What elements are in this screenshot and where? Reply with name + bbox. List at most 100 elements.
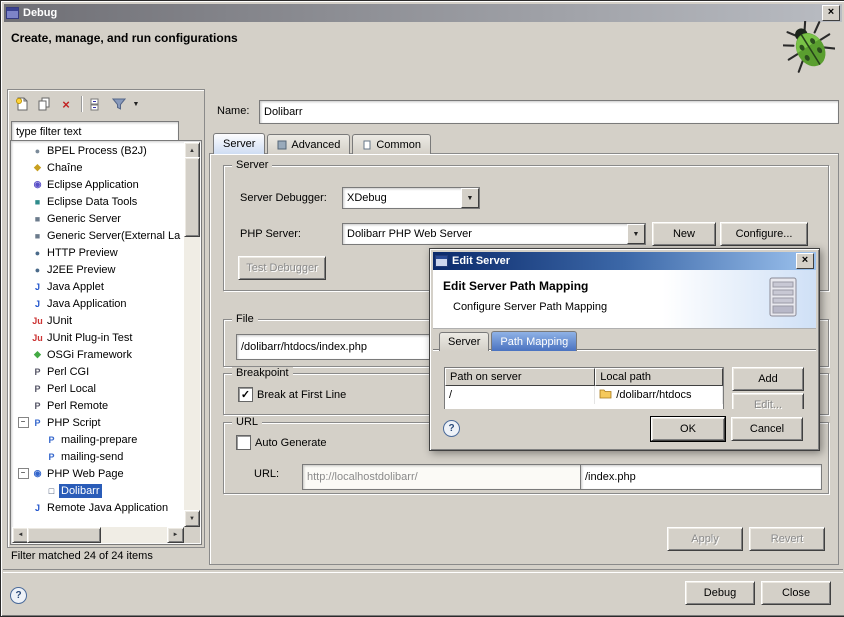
tree-item-eclipse-application[interactable]: ◉Eclipse Application xyxy=(12,176,184,193)
tree-item-label: HTTP Preview xyxy=(45,246,120,260)
tree-item-junit[interactable]: JuJUnit xyxy=(12,312,184,329)
server-debugger-select[interactable]: XDebug ▼ xyxy=(342,187,480,209)
delete-configuration-button[interactable]: × xyxy=(56,94,76,114)
name-label: Name: xyxy=(217,105,249,117)
tree-item-generic-server-external-la[interactable]: ■Generic Server(External La xyxy=(12,227,184,244)
filter-input[interactable] xyxy=(11,121,179,142)
folder-icon xyxy=(599,388,612,402)
generic-server-icon: ■ xyxy=(30,214,45,224)
tree-horizontal-scrollbar[interactable]: ◄ ► xyxy=(12,527,184,543)
toolbar-separator xyxy=(81,96,82,112)
php-file-icon: P xyxy=(44,452,59,462)
server-group-label: Server xyxy=(232,159,272,171)
tree-item-label: Chaîne xyxy=(45,161,84,175)
scroll-right-icon[interactable]: ► xyxy=(167,527,184,543)
tree-item-http-preview[interactable]: ●HTTP Preview xyxy=(12,244,184,261)
dialog-tab-server[interactable]: Server xyxy=(439,332,489,351)
collapse-toggle-icon[interactable]: − xyxy=(16,468,30,479)
dialog-close-button[interactable]: × xyxy=(796,253,814,269)
window-titlebar: Debug × xyxy=(4,4,842,22)
collapse-all-button[interactable] xyxy=(87,94,107,114)
path-mapping-table: Path on server Local path //dolibarr/htd… xyxy=(444,367,724,413)
breakpoint-group-label: Breakpoint xyxy=(232,367,293,379)
dialog-button-bar: ? OK Cancel xyxy=(433,409,816,447)
tree-item-osgi-framework[interactable]: ◆OSGi Framework xyxy=(12,346,184,363)
name-input[interactable] xyxy=(259,100,839,124)
common-tab-icon xyxy=(362,140,372,150)
config-tabs: Server Advanced Common xyxy=(213,134,431,154)
auto-generate-checkbox[interactable] xyxy=(236,435,251,450)
tree-item-perl-local[interactable]: PPerl Local xyxy=(12,380,184,397)
scroll-down-icon[interactable]: ▼ xyxy=(184,510,200,527)
configure-server-button[interactable]: Configure... xyxy=(720,222,808,246)
dialog-heading: Edit Server Path Mapping xyxy=(443,279,588,293)
php-script-icon: P xyxy=(30,418,45,428)
tree-item-php-web-page[interactable]: −◉PHP Web Page xyxy=(12,465,184,482)
tab-server[interactable]: Server xyxy=(213,133,265,154)
horizontal-scroll-thumb[interactable] xyxy=(27,527,101,543)
tree-item-label: Java Applet xyxy=(45,280,106,294)
php-server-label: PHP Server: xyxy=(240,228,301,240)
vertical-scroll-thumb[interactable] xyxy=(184,157,200,237)
tree-item-cha-ne[interactable]: ◆Chaîne xyxy=(12,159,184,176)
break-first-line-checkbox[interactable] xyxy=(238,387,253,402)
column-header-local-path[interactable]: Local path xyxy=(595,368,723,386)
filter-launch-configurations-button[interactable] xyxy=(109,94,129,114)
header-title: Create, manage, and run configurations xyxy=(11,31,238,45)
collapse-toggle-icon[interactable]: − xyxy=(16,417,30,428)
tree-item-junit-plug-in-test[interactable]: JuJUnit Plug-in Test xyxy=(12,329,184,346)
duplicate-configuration-button[interactable] xyxy=(34,94,54,114)
cancel-button[interactable]: Cancel xyxy=(731,417,803,441)
tree-item-mailing-send[interactable]: Pmailing-send xyxy=(12,448,184,465)
close-button[interactable]: Close xyxy=(761,581,831,605)
help-icon[interactable]: ? xyxy=(10,587,27,604)
tree-item-label: mailing-send xyxy=(59,450,125,464)
toolbar-menu-arrow-icon[interactable]: ▼ xyxy=(131,94,141,114)
dropdown-arrow-icon[interactable]: ▼ xyxy=(627,224,645,244)
tree-item-php-script[interactable]: −PPHP Script xyxy=(12,414,184,431)
dialog-tab-path-mapping[interactable]: Path Mapping xyxy=(491,331,577,351)
window-close-button[interactable]: × xyxy=(822,5,840,21)
tab-advanced[interactable]: Advanced xyxy=(267,134,350,154)
debug-app-icon xyxy=(6,7,19,19)
php-server-select[interactable]: Dolibarr PHP Web Server ▼ xyxy=(342,223,646,245)
bug-icon xyxy=(783,21,835,73)
tree-item-java-application[interactable]: JJava Application xyxy=(12,295,184,312)
dialog-app-icon xyxy=(435,255,448,267)
tree-item-generic-server[interactable]: ■Generic Server xyxy=(12,210,184,227)
dropdown-arrow-icon[interactable]: ▼ xyxy=(461,188,479,208)
tree-item-remote-java-application[interactable]: JRemote Java Application xyxy=(12,499,184,516)
tree-item-mailing-prepare[interactable]: Pmailing-prepare xyxy=(12,431,184,448)
tree-item-dolibarr[interactable]: □Dolibarr xyxy=(12,482,184,499)
php-web-page-icon: ◉ xyxy=(30,468,45,479)
column-header-path-on-server[interactable]: Path on server xyxy=(445,368,595,386)
new-server-button[interactable]: New xyxy=(652,222,716,246)
tree-vertical-scrollbar[interactable]: ▲ ▼ xyxy=(184,142,200,527)
dialog-help-icon[interactable]: ? xyxy=(443,420,460,437)
eclipse-application-icon: ◉ xyxy=(30,179,45,190)
filter-status: Filter matched 24 of 24 items xyxy=(11,550,153,562)
tree-item-java-applet[interactable]: JJava Applet xyxy=(12,278,184,295)
php-file-icon: P xyxy=(44,435,59,445)
tree-item-bpel-process-b2j[interactable]: ●BPEL Process (B2J) xyxy=(12,142,184,159)
debug-button[interactable]: Debug xyxy=(685,581,755,605)
tree-item-eclipse-data-tools[interactable]: ■Eclipse Data Tools xyxy=(12,193,184,210)
url-path-input[interactable]: /index.php xyxy=(580,464,822,490)
dialog-header-band: Edit Server Path Mapping Configure Serve… xyxy=(433,270,816,329)
tree-item-perl-cgi[interactable]: PPerl CGI xyxy=(12,363,184,380)
path-on-server-cell: / xyxy=(445,386,595,404)
bpel-process-icon: ● xyxy=(30,146,45,156)
tree-item-perl-remote[interactable]: PPerl Remote xyxy=(12,397,184,414)
tree-item-j2ee-preview[interactable]: ●J2EE Preview xyxy=(12,261,184,278)
path-mapping-row[interactable]: //dolibarr/htdocs xyxy=(445,386,723,404)
tree-item-label: J2EE Preview xyxy=(45,263,117,277)
ok-button[interactable]: OK xyxy=(651,417,725,441)
tab-common[interactable]: Common xyxy=(352,134,431,154)
php-page-icon: □ xyxy=(44,486,59,496)
tree-item-label: PHP Web Page xyxy=(45,467,126,481)
apply-button: Apply xyxy=(667,527,743,551)
j2ee-preview-icon: ● xyxy=(30,265,45,275)
tree-item-label: PHP Script xyxy=(45,416,103,430)
add-mapping-button[interactable]: Add xyxy=(732,367,804,391)
new-configuration-button[interactable] xyxy=(12,94,32,114)
